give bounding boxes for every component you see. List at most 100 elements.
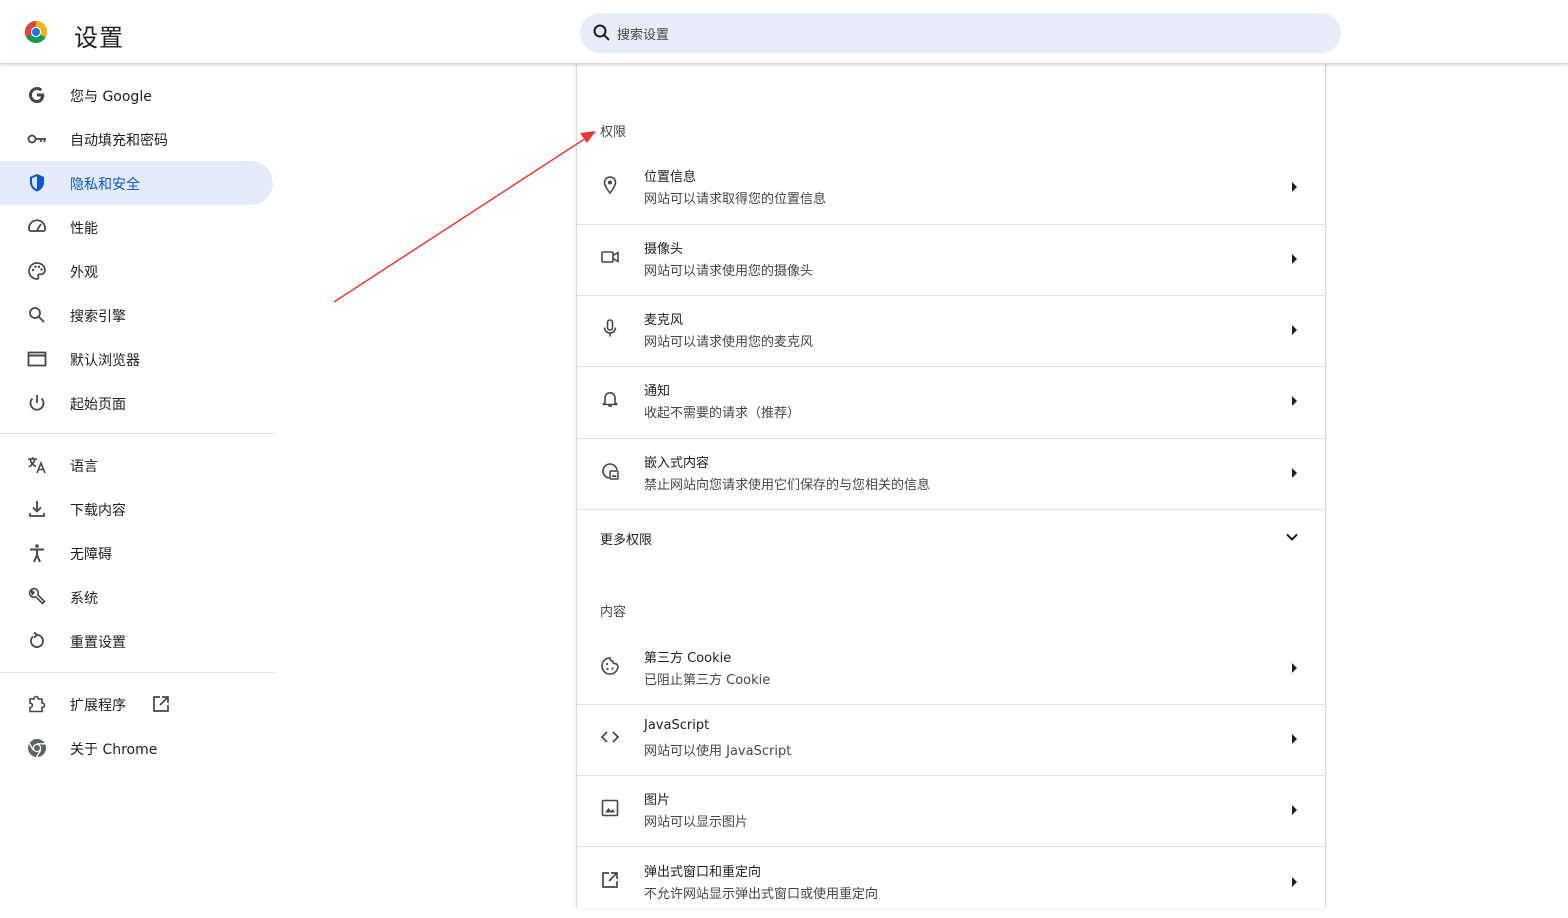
download-icon xyxy=(29,501,45,517)
row-title: 图片 xyxy=(644,793,671,808)
content-row-javascript[interactable]: JavaScript 网站可以使用 JavaScript xyxy=(577,704,1325,775)
row-subtitle: 禁止网站向您请求使用它们保存的与您相关的信息 xyxy=(644,478,931,493)
chevron-right-icon xyxy=(1292,254,1297,264)
sidebar-item-appearance[interactable]: 外观 xyxy=(0,249,273,293)
search-field[interactable]: 搜索设置 xyxy=(580,13,1341,53)
row-title: 弹出式窗口和重定向 xyxy=(644,865,762,880)
row-subtitle: 不允许网站显示弹出式窗口或使用重定向 xyxy=(644,887,879,902)
sidebar-divider xyxy=(0,672,276,673)
sidebar-item-label: 隐私和安全 xyxy=(70,177,140,193)
sidebar-item-system[interactable]: 系统 xyxy=(0,575,273,619)
sidebar-item-label: 扩展程序 xyxy=(70,698,126,714)
row-subtitle: 网站可以请求使用您的麦克风 xyxy=(644,335,814,350)
image-icon xyxy=(601,799,619,817)
sidebar-item-accessibility[interactable]: 无障碍 xyxy=(0,531,273,575)
location-pin-icon xyxy=(603,176,617,195)
chrome-logo-icon xyxy=(25,21,47,43)
sidebar-item-downloads[interactable]: 下载内容 xyxy=(0,487,273,531)
open-in-new-icon xyxy=(602,872,618,888)
sidebar-item-label: 下载内容 xyxy=(70,503,126,519)
more-permissions-toggle[interactable]: 更多权限 xyxy=(577,510,1325,564)
power-icon xyxy=(29,395,45,411)
sidebar-item-label: 性能 xyxy=(70,221,98,237)
row-subtitle: 网站可以使用 JavaScript xyxy=(644,744,792,759)
permission-row-notifications[interactable]: 通知 收起不需要的请求（推荐） xyxy=(577,366,1325,437)
open-in-new-icon xyxy=(153,696,169,712)
row-subtitle: 网站可以显示图片 xyxy=(644,815,749,830)
row-subtitle: 收起不需要的请求（推荐） xyxy=(644,406,801,421)
chevron-right-icon xyxy=(1292,325,1297,335)
bell-icon xyxy=(602,391,618,407)
sidebar-item-search-engine[interactable]: 搜索引擎 xyxy=(0,293,273,337)
sidebar-item-extensions[interactable]: 扩展程序 xyxy=(0,682,273,726)
settings-card: 权限 位置信息 网站可以请求取得您的位置信息 摄像头 网站可以请求使用您的摄像头… xyxy=(576,64,1326,908)
row-title: JavaScript xyxy=(644,718,710,733)
sidebar-item-label: 您与 Google xyxy=(70,89,152,105)
sidebar-item-label: 语言 xyxy=(70,459,98,475)
sidebar-item-performance[interactable]: 性能 xyxy=(0,205,273,249)
camera-icon xyxy=(601,251,619,263)
sidebar-item-autofill[interactable]: 自动填充和密码 xyxy=(0,117,273,161)
row-title: 通知 xyxy=(644,384,671,399)
top-bar: 设置 搜索设置 xyxy=(0,0,1568,64)
sidebar-item-about-chrome[interactable]: 关于 Chrome xyxy=(0,726,273,770)
accessibility-icon xyxy=(30,544,44,563)
content-row-images[interactable]: 图片 网站可以显示图片 xyxy=(577,775,1325,846)
speedometer-icon xyxy=(28,219,46,232)
sidebar-item-languages[interactable]: 语言 xyxy=(0,443,273,487)
sidebar-item-label: 外观 xyxy=(70,265,98,281)
sidebar-item-label: 系统 xyxy=(70,591,98,607)
chevron-right-icon xyxy=(1292,877,1297,887)
chevron-right-icon xyxy=(1292,468,1297,478)
chevron-right-icon xyxy=(1292,805,1297,815)
shield-icon xyxy=(30,174,44,192)
permission-row-microphone[interactable]: 麦克风 网站可以请求使用您的麦克风 xyxy=(577,295,1325,366)
search-icon xyxy=(29,307,45,323)
sidebar-item-label: 无障碍 xyxy=(70,547,112,563)
section-heading-permissions: 权限 xyxy=(600,125,627,140)
row-title: 位置信息 xyxy=(644,170,697,185)
page-title: 设置 xyxy=(74,24,124,52)
row-subtitle: 网站可以请求使用您的摄像头 xyxy=(644,264,814,279)
more-permissions-label: 更多权限 xyxy=(600,533,653,548)
permission-row-location[interactable]: 位置信息 网站可以请求取得您的位置信息 xyxy=(577,152,1325,223)
chrome-icon xyxy=(28,739,46,758)
chevron-down-icon xyxy=(1286,533,1298,541)
row-title: 摄像头 xyxy=(644,242,684,257)
sidebar-item-reset[interactable]: 重置设置 xyxy=(0,619,273,663)
content-row-third-party-cookies[interactable]: 第三方 Cookie 已阻止第三方 Cookie xyxy=(577,633,1325,704)
sidebar-item-label: 起始页面 xyxy=(70,397,126,413)
search-icon xyxy=(593,24,610,41)
key-icon xyxy=(27,134,46,144)
extension-icon xyxy=(29,695,46,713)
sidebar-item-you-and-google[interactable]: 您与 Google xyxy=(0,73,273,117)
code-icon xyxy=(600,731,620,743)
permission-row-camera[interactable]: 摄像头 网站可以请求使用您的摄像头 xyxy=(577,224,1325,295)
sidebar-item-label: 搜索引擎 xyxy=(70,309,126,325)
browser-window-icon xyxy=(27,351,47,367)
chevron-right-icon xyxy=(1292,663,1297,673)
cookie-icon xyxy=(601,657,619,675)
permission-row-embedded-content[interactable]: 嵌入式内容 禁止网站向您请求使用它们保存的与您相关的信息 xyxy=(577,438,1325,509)
sidebar-item-default-browser[interactable]: 默认浏览器 xyxy=(0,337,273,381)
sidebar-item-label: 重置设置 xyxy=(70,635,126,651)
wrench-icon xyxy=(28,587,46,605)
chevron-right-icon xyxy=(1292,734,1297,744)
sidebar-divider xyxy=(0,433,276,434)
content-row-popups[interactable]: 弹出式窗口和重定向 不允许网站显示弹出式窗口或使用重定向 xyxy=(577,847,1325,918)
translate-icon xyxy=(28,457,46,474)
section-heading-content: 内容 xyxy=(600,605,627,620)
embedded-content-icon xyxy=(602,463,619,480)
reset-icon xyxy=(30,631,44,648)
sidebar-item-label: 关于 Chrome xyxy=(70,742,158,758)
sidebar-item-label: 自动填充和密码 xyxy=(70,133,168,149)
sidebar-item-startup[interactable]: 起始页面 xyxy=(0,381,273,425)
row-title: 嵌入式内容 xyxy=(644,456,710,471)
sidebar-item-privacy[interactable]: 隐私和安全 xyxy=(0,161,273,205)
row-title: 第三方 Cookie xyxy=(644,651,732,666)
palette-icon xyxy=(28,262,46,280)
search-input[interactable]: 搜索设置 xyxy=(617,24,669,43)
google-g-icon xyxy=(29,87,45,103)
row-subtitle: 网站可以请求取得您的位置信息 xyxy=(644,192,827,207)
row-subtitle: 已阻止第三方 Cookie xyxy=(644,673,771,688)
